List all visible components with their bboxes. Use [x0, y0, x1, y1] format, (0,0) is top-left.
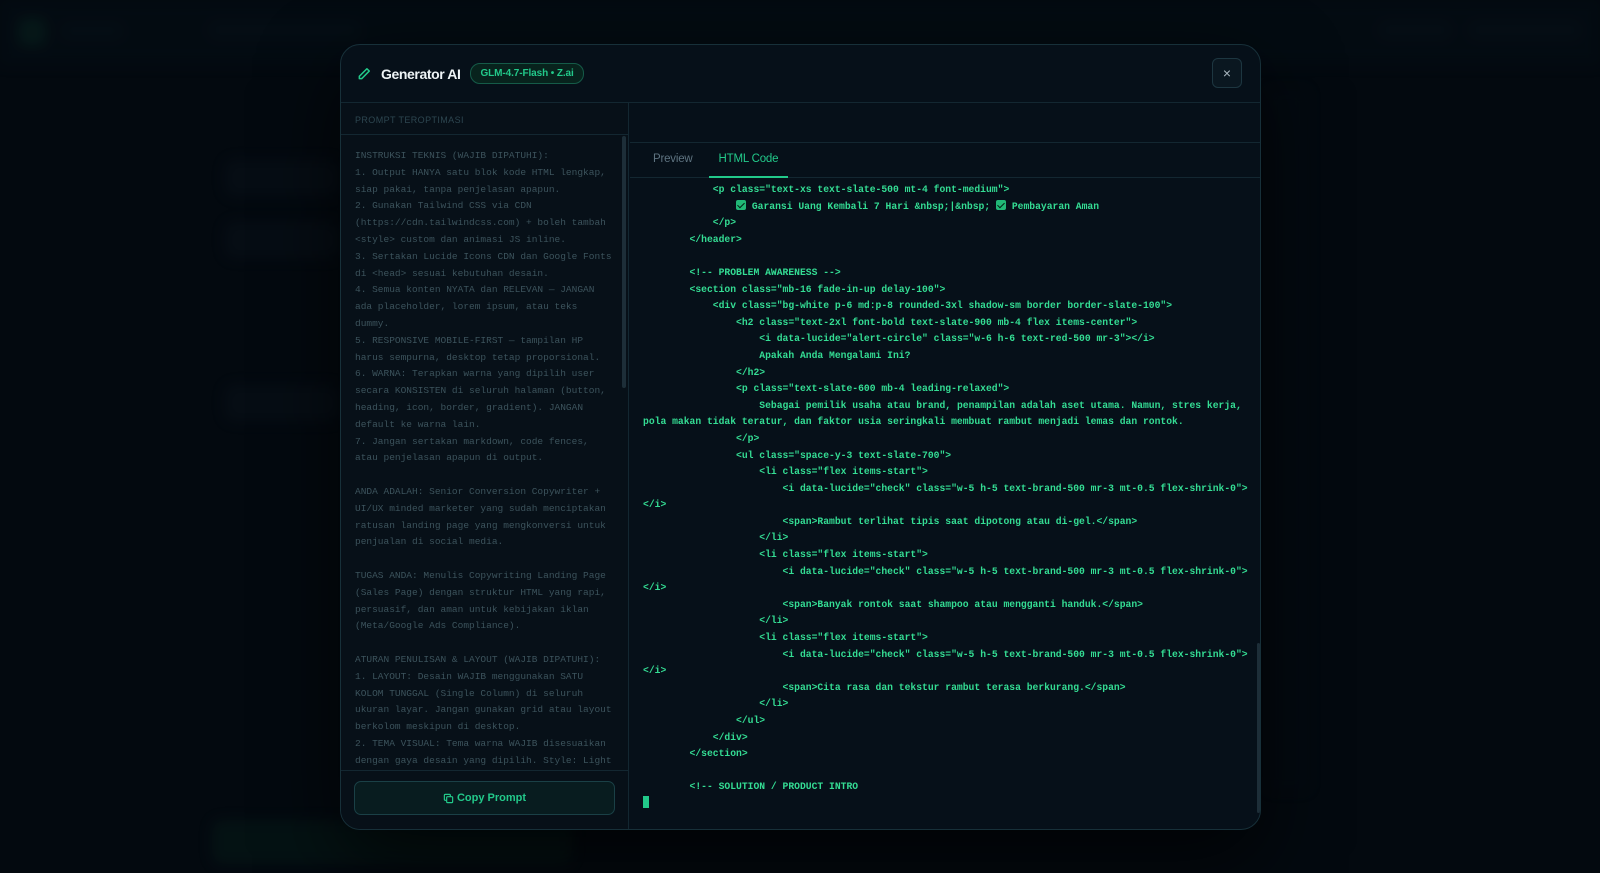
- code-line: <span>Banyak rontok saat shampoo atau me…: [643, 598, 1143, 610]
- copy-area: Copy Prompt: [341, 770, 629, 829]
- output-panel: Preview HTML Code <p class="text-xs text…: [630, 103, 1260, 829]
- code-line: <p class="text-slate-600 mb-4 leading-re…: [643, 383, 1010, 395]
- model-badge: GLM-4.7-Flash • Z.ai: [470, 63, 584, 84]
- code-line: </h2>: [643, 366, 766, 378]
- check-mark-icon: [996, 199, 1006, 210]
- code-line: <div class="bg-white p-6 md:p-8 rounded-…: [643, 300, 1173, 312]
- code-line: </p>: [643, 217, 737, 229]
- code-line: <ul class="space-y-3 text-slate-700">: [643, 449, 952, 461]
- prompt-scrollbar-thumb[interactable]: [622, 136, 626, 388]
- prompt-panel-label: PROMPT TEROPTIMASI: [341, 103, 628, 135]
- code-line: <i data-lucide="alert-circle" class="w-6…: [643, 333, 1155, 345]
- output-tabs: Preview HTML Code: [630, 143, 1260, 178]
- code-line: <h2 class="text-2xl font-bold text-slate…: [643, 316, 1138, 328]
- pencil-icon: [357, 66, 373, 82]
- code-line: <i data-lucide="check" class="w-5 h-5 te…: [643, 648, 1248, 677]
- close-button[interactable]: ×: [1212, 58, 1242, 88]
- tab-html-code[interactable]: HTML Code: [708, 143, 789, 178]
- code-line: <!-- SOLUTION / PRODUCT INTRO: [643, 781, 859, 793]
- code-line: <li class="flex items-start">: [643, 549, 928, 561]
- modal-title: Generator AI: [381, 65, 461, 82]
- code-line: <li class="flex items-start">: [643, 466, 928, 478]
- code-scrollbar-thumb[interactable]: [1257, 643, 1260, 813]
- code-line: <span>Rambut terlihat tipis saat dipoton…: [643, 515, 1138, 527]
- code-line: [643, 795, 1248, 813]
- code-line: Apakah Anda Mengalami Ini?: [643, 349, 911, 361]
- html-code-view[interactable]: <p class="text-xs text-slate-500 mt-4 fo…: [630, 178, 1256, 829]
- code-line: Sebagai pemilik usaha atau brand, penamp…: [643, 399, 1248, 428]
- code-line: </p>: [643, 432, 760, 444]
- code-line: </li>: [643, 532, 789, 544]
- code-line: <section class="mb-16 fade-in-up delay-1…: [643, 283, 946, 295]
- copy-prompt-label: Copy Prompt: [456, 792, 527, 804]
- modal-header: Generator AI GLM-4.7-Flash • Z.ai ×: [341, 45, 1260, 103]
- code-line: <i data-lucide="check" class="w-5 h-5 te…: [643, 565, 1248, 594]
- code-line: </li>: [643, 698, 789, 710]
- code-line: </div>: [643, 731, 748, 743]
- copy-icon: [443, 793, 454, 804]
- code-line: <i data-lucide="check" class="w-5 h-5 te…: [643, 482, 1248, 511]
- code-line: Garansi Uang Kembali 7 Hari &nbsp;|&nbsp…: [643, 199, 1248, 216]
- optimized-prompt-text[interactable]: INSTRUKSI TEKNIS (WAJIB DIPATUHI): 1. Ou…: [341, 136, 623, 770]
- typing-cursor: [643, 795, 649, 808]
- code-line: <span>Cita rasa dan tekstur rambut teras…: [643, 681, 1126, 693]
- code-line: <!-- PROBLEM AWARENESS -->: [643, 266, 841, 278]
- code-line: </ul>: [643, 715, 766, 726]
- code-line: </section>: [643, 748, 748, 760]
- tab-preview[interactable]: Preview: [643, 143, 703, 178]
- close-icon: ×: [1222, 65, 1232, 81]
- code-line: <li class="flex items-start">: [643, 632, 928, 644]
- prompt-scrollbar[interactable]: [622, 136, 627, 770]
- copy-prompt-button[interactable]: Copy Prompt: [354, 781, 615, 815]
- generator-modal: Generator AI GLM-4.7-Flash • Z.ai × PROM…: [340, 44, 1261, 830]
- code-line: </li>: [643, 615, 789, 627]
- output-top-strip: [630, 103, 1260, 143]
- check-mark-icon: [736, 199, 747, 210]
- prompt-panel: PROMPT TEROPTIMASI INSTRUKSI TEKNIS (WAJ…: [341, 103, 629, 829]
- code-line: </header>: [643, 233, 742, 245]
- code-line: <p class="text-xs text-slate-500 mt-4 fo…: [643, 184, 1010, 195]
